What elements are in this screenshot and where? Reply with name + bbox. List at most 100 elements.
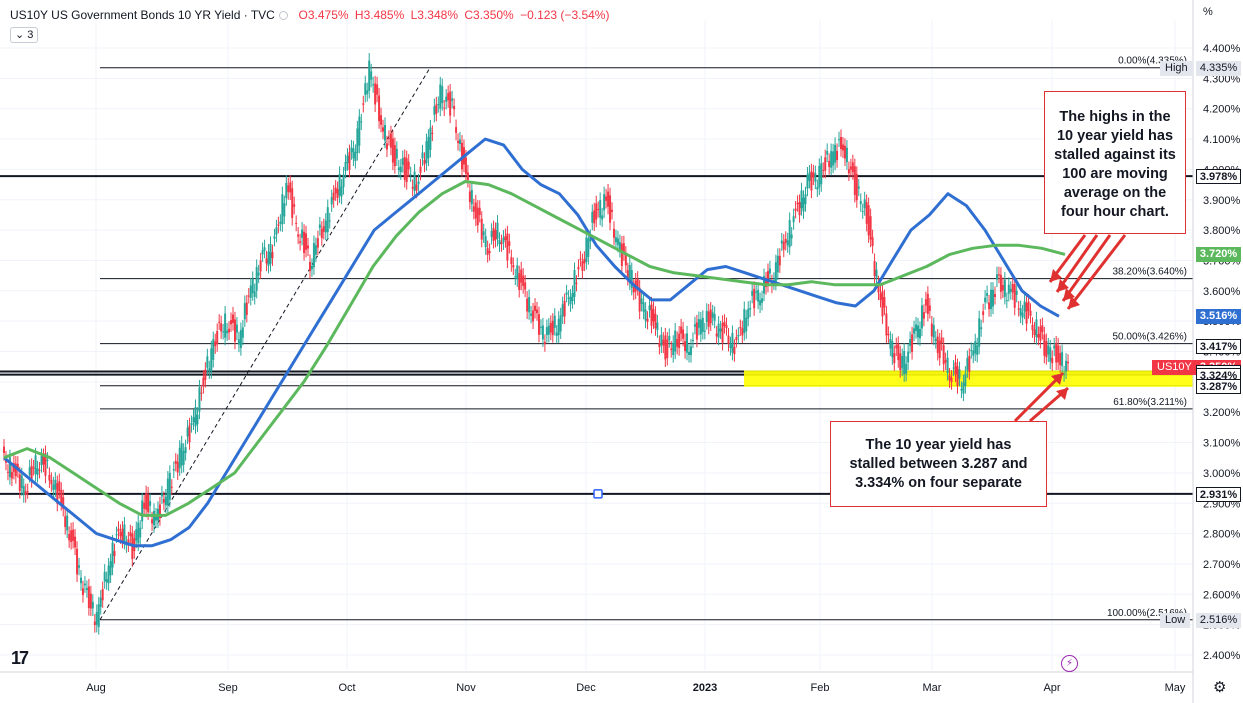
- horizontal-levels: [0, 67, 1193, 621]
- fib-label: 50.00%(3.426%): [1113, 332, 1188, 343]
- price-candle-body: [303, 231, 306, 253]
- line-handle: [593, 489, 603, 499]
- price-candle-body: [733, 346, 736, 355]
- price-candle-body: [109, 561, 112, 576]
- price-candle-body: [312, 243, 315, 268]
- price-candle-body: [52, 484, 55, 491]
- price-candle-body: [689, 346, 692, 356]
- price-candle-body: [958, 369, 961, 379]
- price-candle-body: [431, 132, 434, 134]
- price-candle-body: [113, 551, 116, 557]
- price-candle-body: [409, 174, 412, 176]
- percent-scale-toggle[interactable]: %: [1203, 6, 1213, 18]
- price-candle-body: [397, 167, 400, 171]
- price-candle-body: [417, 181, 420, 185]
- price-candle-body: [924, 299, 927, 306]
- price-candle-body: [42, 456, 45, 465]
- price-candle-body: [686, 333, 689, 353]
- price-candle-body: [532, 310, 535, 322]
- price-candle-body: [676, 338, 679, 347]
- price-candle-body: [66, 515, 69, 531]
- price-candle-body: [466, 172, 469, 181]
- price-candle-body: [443, 107, 446, 109]
- price-candle-body: [918, 328, 921, 339]
- price-candle-body: [997, 274, 1000, 276]
- price-candle-body: [563, 301, 566, 317]
- x-tick-label: Aug: [86, 682, 106, 694]
- price-candle-body: [871, 237, 874, 247]
- close-value: C3.350%: [464, 8, 514, 22]
- price-candle-body: [968, 355, 971, 373]
- price-candle-body: [387, 137, 390, 139]
- price-candle-body: [184, 447, 187, 454]
- price-candle-body: [36, 468, 39, 475]
- price-candle-body: [508, 241, 511, 246]
- price-candle-body: [587, 238, 590, 257]
- price-candle-body: [119, 531, 122, 537]
- price-candle-body: [585, 237, 588, 262]
- price-candle-body: [903, 351, 906, 375]
- price-candle-body: [573, 270, 576, 297]
- price-tag: 3.516%: [1196, 309, 1241, 325]
- price-candle-body: [999, 274, 1002, 292]
- price-candle-body: [605, 196, 608, 201]
- x-tick-label: Oct: [338, 682, 355, 694]
- symbol-label[interactable]: US10Y: [10, 8, 48, 22]
- price-candle-body: [123, 524, 126, 542]
- price-candle-body: [834, 144, 837, 163]
- lightning-icon[interactable]: ⚡: [1061, 655, 1078, 672]
- price-candle-body: [241, 327, 244, 338]
- price-candle-body: [419, 166, 422, 173]
- y-tick-label: 2.400%: [1203, 650, 1241, 662]
- price-candle-body: [911, 334, 914, 352]
- price-candle-body: [190, 423, 193, 426]
- price-candle-body: [668, 336, 671, 341]
- price-candle-body: [40, 456, 43, 466]
- price-candle-body: [1045, 341, 1048, 358]
- tradingview-logo-icon[interactable]: 17: [11, 648, 29, 669]
- price-candle-body: [299, 241, 302, 243]
- price-candle-body: [559, 315, 562, 332]
- price-candle-body: [115, 534, 118, 536]
- extreme-label: High: [1160, 60, 1193, 76]
- price-candle-body: [944, 360, 947, 363]
- price-candle-body: [287, 185, 290, 193]
- price-candle-body: [547, 325, 550, 335]
- price-candle-body: [354, 151, 357, 161]
- indicator-count-badge[interactable]: ⌄ 3: [10, 27, 39, 43]
- price-candle-body: [849, 166, 852, 170]
- price-candle-body: [520, 269, 523, 283]
- price-candle-body: [1021, 312, 1024, 318]
- price-candle-body: [936, 336, 939, 353]
- price-candle-body: [916, 325, 919, 338]
- price-candle-body: [905, 363, 908, 374]
- price-candle-body: [865, 202, 868, 224]
- price-candle-body: [749, 307, 752, 310]
- price-candle-body: [170, 486, 173, 488]
- price-candle-body: [441, 86, 444, 104]
- price-candle-body: [214, 341, 217, 347]
- price-candle-body: [614, 237, 617, 243]
- price-candle-body: [782, 241, 785, 250]
- price-candle-body: [751, 291, 754, 296]
- price-candle-body: [670, 348, 673, 351]
- price-candle-body: [879, 293, 882, 300]
- price-candle-body: [875, 269, 878, 278]
- price-candle-body: [603, 194, 606, 211]
- gear-icon[interactable]: ⚙: [1213, 678, 1226, 696]
- price-candle-body: [257, 272, 260, 276]
- price-candle-body: [565, 292, 568, 295]
- price-candle-body: [322, 226, 325, 232]
- price-candle-body: [1019, 308, 1022, 316]
- price-candle-body: [3, 446, 5, 453]
- x-tick-label: Mar: [923, 682, 942, 694]
- price-candle-body: [218, 321, 221, 323]
- price-candle-body: [555, 332, 558, 336]
- price-candle-body: [518, 273, 521, 290]
- price-candle-body: [901, 356, 904, 369]
- price-candle-body: [1035, 319, 1038, 338]
- price-candle-body: [231, 314, 234, 323]
- low-value: L3.348%: [410, 8, 458, 22]
- price-candle-body: [20, 475, 23, 489]
- price-candle-body: [672, 342, 675, 356]
